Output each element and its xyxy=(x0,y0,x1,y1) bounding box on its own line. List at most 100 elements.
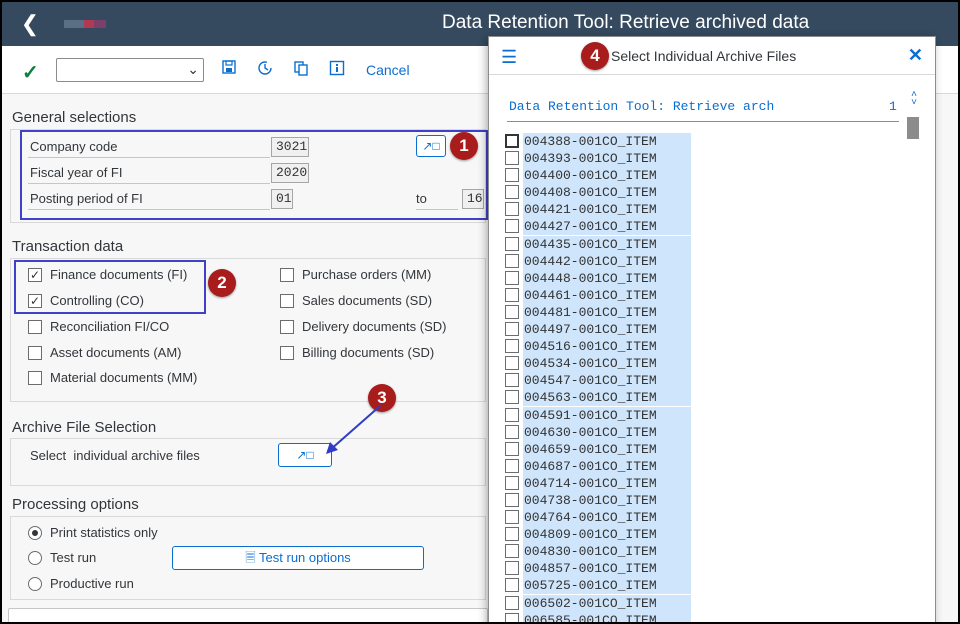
file-checkbox[interactable] xyxy=(505,202,519,217)
file-checkbox[interactable] xyxy=(505,322,519,337)
file-checkbox[interactable] xyxy=(505,304,519,319)
file-checkbox[interactable] xyxy=(505,134,519,148)
file-checkbox[interactable] xyxy=(505,544,519,559)
file-name: 004764-001CO_ITEM xyxy=(523,509,691,527)
list-item[interactable]: 006502-001CO_ITEM xyxy=(505,594,705,612)
file-checkbox[interactable] xyxy=(505,236,519,251)
file-name: 004534-001CO_ITEM xyxy=(523,355,691,373)
file-name: 004659-001CO_ITEM xyxy=(523,440,691,458)
file-checkbox[interactable] xyxy=(505,441,519,456)
annotation-badge-4: 4 xyxy=(581,42,609,70)
cancel-button[interactable]: Cancel xyxy=(366,62,410,78)
list-item[interactable]: 004714-001CO_ITEM xyxy=(505,474,705,492)
list-item[interactable]: 004421-001CO_ITEM xyxy=(505,201,705,219)
scrollbar-thumb[interactable] xyxy=(907,117,919,139)
list-item[interactable]: 004393-001CO_ITEM xyxy=(505,150,705,168)
checkmark-icon[interactable]: ✓ xyxy=(22,60,39,85)
file-checkbox[interactable] xyxy=(505,612,519,622)
list-item[interactable]: 004435-001CO_ITEM xyxy=(505,235,705,253)
list-item[interactable]: 004563-001CO_ITEM xyxy=(505,389,705,407)
list-item[interactable]: 004534-001CO_ITEM xyxy=(505,355,705,373)
back-chevron-icon[interactable]: ❮ xyxy=(16,10,44,38)
list-item[interactable]: 004388-001CO_ITEM xyxy=(505,133,705,150)
material-documents-checkbox[interactable] xyxy=(28,371,42,385)
purchase-orders-checkbox[interactable] xyxy=(280,268,294,282)
file-checkbox[interactable] xyxy=(505,595,519,610)
chevron-down-icon[interactable]: ⌄ xyxy=(187,61,199,78)
list-item[interactable]: 004547-001CO_ITEM xyxy=(505,372,705,390)
list-item[interactable]: 004400-001CO_ITEM xyxy=(505,167,705,185)
file-name: 004714-001CO_ITEM xyxy=(523,474,691,492)
list-item[interactable]: 004687-001CO_ITEM xyxy=(505,457,705,475)
file-checkbox[interactable] xyxy=(505,390,519,405)
file-checkbox[interactable] xyxy=(505,475,519,490)
list-item[interactable]: 004630-001CO_ITEM xyxy=(505,423,705,441)
info-icon[interactable] xyxy=(328,60,346,78)
file-checkbox[interactable] xyxy=(505,407,519,422)
list-item[interactable]: 005725-001CO_ITEM xyxy=(505,577,705,595)
file-checkbox[interactable] xyxy=(505,219,519,234)
reconciliation-checkbox[interactable] xyxy=(28,320,42,334)
list-item[interactable]: 004448-001CO_ITEM xyxy=(505,269,705,287)
file-checkbox[interactable] xyxy=(505,510,519,525)
file-checkbox[interactable] xyxy=(505,561,519,576)
close-icon[interactable]: ✕ xyxy=(908,45,923,66)
file-name: 004591-001CO_ITEM xyxy=(523,406,691,424)
productive-run-radio[interactable] xyxy=(28,577,42,591)
list-item[interactable]: 004659-001CO_ITEM xyxy=(505,440,705,458)
file-checkbox[interactable] xyxy=(505,270,519,285)
material-documents-label: Material documents (MM) xyxy=(50,370,198,385)
file-checkbox[interactable] xyxy=(505,492,519,507)
command-input[interactable] xyxy=(57,59,179,81)
hamburger-menu-icon[interactable]: ☰ xyxy=(501,47,517,68)
test-run-radio[interactable] xyxy=(28,551,42,565)
sales-documents-checkbox[interactable] xyxy=(280,294,294,308)
archive-file-selection-title: Archive File Selection xyxy=(12,419,157,436)
copy-icon[interactable] xyxy=(292,60,310,78)
file-checkbox[interactable] xyxy=(505,527,519,542)
list-item[interactable]: 006585-001CO_ITEM xyxy=(505,611,705,622)
file-checkbox[interactable] xyxy=(505,185,519,200)
save-icon[interactable] xyxy=(220,60,238,78)
file-checkbox[interactable] xyxy=(505,578,519,593)
command-field[interactable]: ⌄ xyxy=(56,58,204,82)
asset-documents-label: Asset documents (AM) xyxy=(50,345,182,360)
list-item[interactable]: 004591-001CO_ITEM xyxy=(505,406,705,424)
scroll-up-icon[interactable]: ˄ ˅ xyxy=(909,90,919,108)
list-item[interactable]: 004764-001CO_ITEM xyxy=(505,509,705,527)
processing-options-title: Processing options xyxy=(12,496,139,513)
list-item[interactable]: 004830-001CO_ITEM xyxy=(505,543,705,561)
file-name: 004547-001CO_ITEM xyxy=(523,372,691,390)
list-item[interactable]: 004427-001CO_ITEM xyxy=(505,218,705,236)
file-name: 004388-001CO_ITEM xyxy=(523,133,691,150)
file-checkbox[interactable] xyxy=(505,424,519,439)
file-checkbox[interactable] xyxy=(505,253,519,268)
list-item[interactable]: 004738-001CO_ITEM xyxy=(505,491,705,509)
file-checkbox[interactable] xyxy=(505,373,519,388)
list-item[interactable]: 004481-001CO_ITEM xyxy=(505,303,705,321)
history-icon[interactable] xyxy=(256,60,274,78)
list-item[interactable]: 004516-001CO_ITEM xyxy=(505,338,705,356)
dialog-title: Select Individual Archive Files xyxy=(611,48,797,64)
file-checkbox[interactable] xyxy=(505,458,519,473)
file-checkbox[interactable] xyxy=(505,339,519,354)
file-checkbox[interactable] xyxy=(505,356,519,371)
billing-documents-checkbox[interactable] xyxy=(280,346,294,360)
list-item[interactable]: 004809-001CO_ITEM xyxy=(505,526,705,544)
file-name: 004481-001CO_ITEM xyxy=(523,303,691,321)
file-checkbox[interactable] xyxy=(505,287,519,302)
asset-documents-checkbox[interactable] xyxy=(28,346,42,360)
file-checkbox[interactable] xyxy=(505,151,519,166)
highlight-box-1 xyxy=(20,130,488,220)
list-item[interactable]: 004857-001CO_ITEM xyxy=(505,560,705,578)
test-run-label: Test run xyxy=(50,550,97,565)
file-name: 004497-001CO_ITEM xyxy=(523,321,691,339)
file-checkbox[interactable] xyxy=(505,168,519,183)
test-run-options-button[interactable]: 🗏 Test run options xyxy=(172,546,424,570)
list-item[interactable]: 004442-001CO_ITEM xyxy=(505,252,705,270)
print-statistics-radio[interactable] xyxy=(28,526,42,540)
list-item[interactable]: 004461-001CO_ITEM xyxy=(505,286,705,304)
list-item[interactable]: 004408-001CO_ITEM xyxy=(505,184,705,202)
list-item[interactable]: 004497-001CO_ITEM xyxy=(505,321,705,339)
delivery-documents-checkbox[interactable] xyxy=(280,320,294,334)
